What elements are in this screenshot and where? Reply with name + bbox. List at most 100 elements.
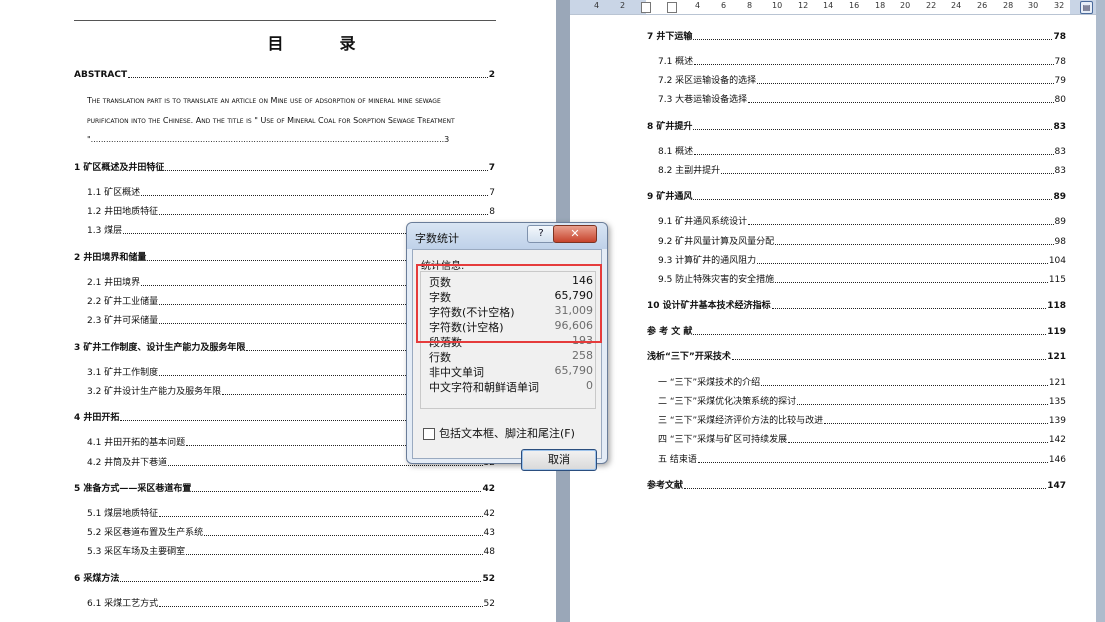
ruler-number: 22 bbox=[926, 1, 937, 10]
toc-page-number: 89 bbox=[1054, 217, 1066, 227]
ruler-number: 4 bbox=[594, 1, 600, 10]
toc-leader-dots bbox=[775, 243, 1054, 245]
toc-section-entry[interactable]: 9.3 计算矿井的通风阻力 104 bbox=[658, 253, 1066, 266]
toc-page-number: 7 bbox=[488, 163, 495, 173]
toc-section-entry[interactable]: 9.5 防止特殊灾害的安全措施 115 bbox=[658, 272, 1066, 285]
toc-entry-label: 4.1 井田开拓的基本问题 bbox=[87, 438, 186, 448]
toc-section-entry[interactable]: 1.2 井田地质特征 8 bbox=[87, 204, 495, 217]
toc-entry-label: 一 “三下”采煤技术的介绍 bbox=[658, 378, 761, 388]
toc-page-number: 42 bbox=[482, 484, 495, 494]
toc-section-entry[interactable]: 8.2 主副井提升 83 bbox=[658, 163, 1066, 176]
toc-page-number: 78 bbox=[1053, 32, 1066, 42]
toc-entry-label: 四 “三下”采煤与矿区可持续发展 bbox=[658, 435, 788, 445]
toc-section-entry[interactable]: 5.2 采区巷道布置及生产系统 43 bbox=[87, 525, 495, 538]
toc-section-entry[interactable]: 7.1 概述 78 bbox=[658, 54, 1066, 67]
toc-page-number: 48 bbox=[483, 547, 495, 557]
stat-value: 65,790 bbox=[554, 364, 594, 377]
toc-leader-dots bbox=[757, 262, 1048, 264]
ruler-number: 16 bbox=[849, 1, 860, 10]
toc-entry-label: 2 井田境界和储量 bbox=[74, 253, 147, 263]
toc-entry-label: 浅析“三下”开采技术 bbox=[647, 352, 731, 362]
toc-section-entry[interactable]: 9.1 矿井通风系统设计 89 bbox=[658, 214, 1066, 227]
toc-entry-label: 2.2 矿井工业储量 bbox=[87, 297, 159, 307]
close-button[interactable]: ✕ bbox=[553, 225, 597, 243]
toc-page-number: 142 bbox=[1048, 435, 1066, 445]
toc-chapter-entry[interactable]: 10 设计矿井基本技术经济指标 118 bbox=[647, 298, 1066, 311]
toc-section-entry[interactable]: 9.2 矿井风量计算及风量分配 98 bbox=[658, 234, 1066, 247]
toc-leader-dots bbox=[141, 194, 489, 196]
toc-leader-dots bbox=[168, 464, 483, 466]
toc-section-entry[interactable]: 7.2 采区运输设备的选择 79 bbox=[658, 73, 1066, 86]
abstract-line: ".......................................… bbox=[87, 135, 450, 144]
indent-marker-icon[interactable] bbox=[641, 2, 651, 13]
toc-section-entry[interactable]: 五 结束语 146 bbox=[658, 452, 1066, 465]
toc-leader-dots bbox=[771, 307, 1047, 309]
ruler-number: 14 bbox=[823, 1, 834, 10]
toc-entry-label: 4 井田开拓 bbox=[74, 413, 120, 423]
toc-section-entry[interactable]: 6.1 采煤工艺方式 52 bbox=[87, 596, 495, 609]
toc-entry-label: 五 结束语 bbox=[658, 455, 697, 465]
toc-page-number: 2 bbox=[488, 70, 495, 80]
toc-section-entry[interactable]: 5.3 采区车场及主要硐室 48 bbox=[87, 544, 495, 557]
right-margin-area bbox=[1096, 0, 1105, 622]
ruler-number: 28 bbox=[1003, 1, 1014, 10]
header-rule bbox=[74, 20, 496, 21]
toc-page-number: 42 bbox=[483, 509, 495, 519]
document-page-right: 7 井下运输 78 7.1 概述 78 7.2 采区运输设备的选择 79 7.3 大巷运输设… bbox=[570, 0, 1096, 622]
help-button[interactable]: ? bbox=[527, 225, 555, 243]
toc-leader-dots bbox=[204, 534, 483, 536]
toc-leader-dots bbox=[128, 76, 488, 78]
ruler-number: 26 bbox=[977, 1, 988, 10]
toc-chapter-entry[interactable]: 参 考 文 献 119 bbox=[647, 324, 1066, 337]
toc-page-number: 52 bbox=[482, 574, 495, 584]
ruler-toggle-icon[interactable]: ▤ bbox=[1080, 1, 1093, 14]
ruler-number: 18 bbox=[875, 1, 886, 10]
toc-entry-label: 3.1 矿井工作制度 bbox=[87, 368, 159, 378]
toc-chapter-entry[interactable]: 5 准备方式——采区巷道布置 42 bbox=[74, 481, 495, 494]
stat-label: 行数 bbox=[429, 351, 451, 364]
stat-value: 258 bbox=[572, 349, 593, 362]
toc-chapter-entry[interactable]: 参考文献 147 bbox=[647, 478, 1066, 491]
toc-entry-label: 9.1 矿井通风系统设计 bbox=[658, 217, 748, 227]
toc-chapter-entry[interactable]: ABSTRACT 2 bbox=[74, 70, 495, 80]
ruler-number: 8 bbox=[747, 1, 753, 10]
ruler-number: 32 bbox=[1054, 1, 1065, 10]
ruler-number: 30 bbox=[1028, 1, 1039, 10]
tab-stop-icon[interactable] bbox=[667, 2, 677, 13]
toc-page-number: 7 bbox=[489, 188, 495, 198]
toc-section-entry[interactable]: 1.1 矿区概述 7 bbox=[87, 185, 495, 198]
toc-leader-dots bbox=[693, 333, 1047, 335]
dialog-titlebar[interactable]: 字数统计 ? ✕ bbox=[407, 223, 607, 249]
toc-chapter-entry[interactable]: 9 矿井通风 89 bbox=[647, 189, 1066, 202]
toc-chapter-entry[interactable]: 6 采煤方法 52 bbox=[74, 571, 495, 584]
toc-entry-label: 7.2 采区运输设备的选择 bbox=[658, 76, 757, 86]
annotation-highlight-box bbox=[416, 264, 602, 343]
toc-section-entry[interactable]: 三 “三下”采煤经济评价方法的比较与改进 139 bbox=[658, 413, 1066, 426]
toc-section-entry[interactable]: 7.3 大巷运输设备选择 80 bbox=[658, 92, 1066, 105]
toc-chapter-entry[interactable]: 8 矿井提升 83 bbox=[647, 119, 1066, 132]
toc-section-entry[interactable]: 四 “三下”采煤与矿区可持续发展 142 bbox=[658, 432, 1066, 445]
toc-entry-label: 二 “三下”采煤优化决策系统的探讨 bbox=[658, 397, 797, 407]
toc-entry-label: 6 采煤方法 bbox=[74, 574, 120, 584]
toc-page-number: 78 bbox=[1054, 57, 1066, 67]
toc-page-number: 98 bbox=[1054, 237, 1066, 247]
toc-entry-label: 4.2 井筒及井下巷道 bbox=[87, 458, 168, 468]
toc-section-entry[interactable]: 一 “三下”采煤技术的介绍 121 bbox=[658, 375, 1066, 388]
toc-entry-label: 8.1 概述 bbox=[658, 147, 694, 157]
toc-entry-label: ABSTRACT bbox=[74, 70, 128, 80]
toc-chapter-entry[interactable]: 浅析“三下”开采技术 121 bbox=[647, 349, 1066, 362]
toc-leader-dots bbox=[192, 490, 482, 492]
include-textboxes-checkbox[interactable] bbox=[423, 428, 435, 440]
toc-entry-label: 9 矿井通风 bbox=[647, 192, 693, 202]
toc-entry-label: 7.1 概述 bbox=[658, 57, 694, 67]
toc-page-number: 135 bbox=[1048, 397, 1066, 407]
include-textboxes-option[interactable]: 包括文本框、脚注和尾注(F) bbox=[423, 425, 575, 441]
toc-section-entry[interactable]: 二 “三下”采煤优化决策系统的探讨 135 bbox=[658, 394, 1066, 407]
toc-entry-label: 2.1 井田境界 bbox=[87, 278, 141, 288]
cancel-button[interactable]: 取消 bbox=[521, 449, 597, 471]
toc-chapter-entry[interactable]: 7 井下运输 78 bbox=[647, 29, 1066, 42]
toc-section-entry[interactable]: 5.1 煤层地质特征 42 bbox=[87, 506, 495, 519]
toc-chapter-entry[interactable]: 1 矿区概述及井田特征 7 bbox=[74, 160, 495, 173]
toc-entry-label: 3.2 矿井设计生产能力及服务年限 bbox=[87, 387, 222, 397]
toc-section-entry[interactable]: 8.1 概述 83 bbox=[658, 144, 1066, 157]
